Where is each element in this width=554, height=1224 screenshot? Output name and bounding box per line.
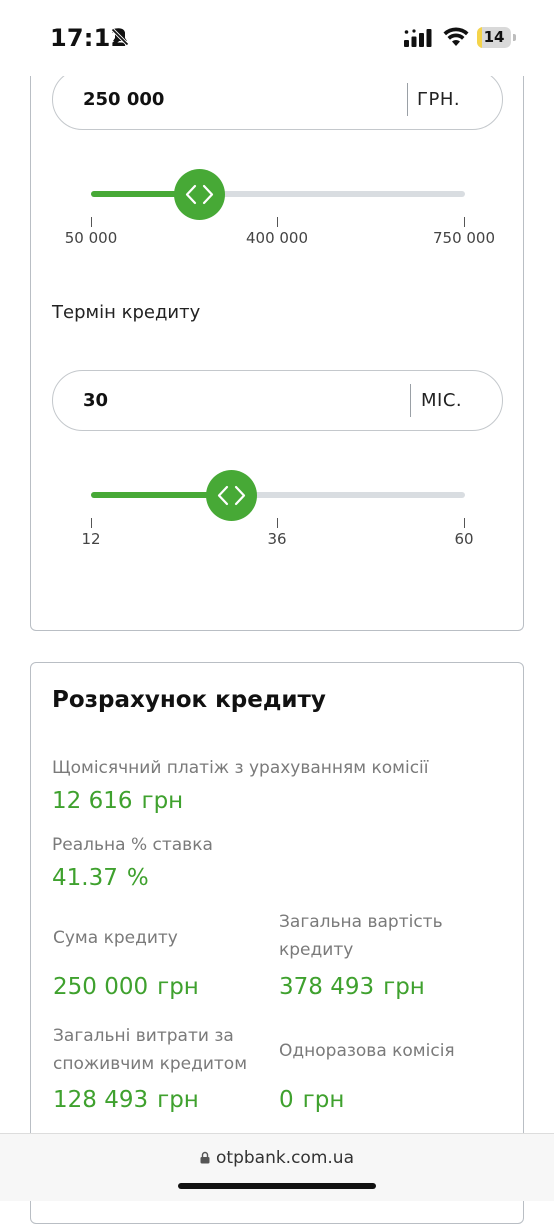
field-divider <box>410 384 411 417</box>
loan-term-label: Термін кредиту <box>52 302 201 323</box>
calculation-title: Розрахунок кредиту <box>52 687 326 713</box>
loan-term-value[interactable]: 30 <box>83 371 108 430</box>
loan-term-slider[interactable] <box>91 468 465 528</box>
tick-mark <box>91 217 92 227</box>
tick-mark <box>91 518 92 528</box>
bell-slash-icon <box>110 27 130 47</box>
cellular-signal-icon <box>404 29 432 47</box>
total-cost-value: 378 493 грн <box>279 974 425 1000</box>
loan-amount-slider[interactable] <box>91 167 465 227</box>
tick-mark <box>277 217 278 227</box>
loan-term-unit: МІС. <box>421 390 463 411</box>
monthly-payment-label: Щомісячний платіж з урахуванням комісії <box>52 758 429 778</box>
real-rate-unit: % <box>126 865 149 891</box>
wifi-icon <box>443 27 469 46</box>
real-rate-value: 41.37% <box>52 865 149 891</box>
slider-handle[interactable] <box>174 169 225 220</box>
url-text[interactable]: otpbank.com.ua <box>216 1148 354 1168</box>
monthly-payment-amount: 12 616 <box>52 788 133 814</box>
monthly-payment-value: 12 616 грн <box>52 788 183 814</box>
total-expenses-unit: грн <box>157 1087 199 1113</box>
lock-icon <box>200 1151 210 1164</box>
tick-label-min: 50 000 <box>64 229 118 247</box>
battery-level: 14 <box>483 28 505 46</box>
loan-sum-value: 250 000 грн <box>53 974 199 1000</box>
one-time-fee-unit: грн <box>302 1087 345 1113</box>
loan-amount-value[interactable]: 250 000 <box>83 70 164 129</box>
drag-arrows-icon <box>217 485 246 506</box>
tick-label-min: 12 <box>81 530 101 548</box>
loan-amount-unit: ГРН. <box>417 89 461 110</box>
loan-sum-unit: грн <box>157 974 199 1000</box>
tick-mark <box>464 518 465 528</box>
drag-arrows-icon <box>185 184 214 205</box>
total-cost-amount: 378 493 <box>279 974 375 1000</box>
field-divider <box>407 83 408 116</box>
tick-label-mid: 400 000 <box>245 229 309 247</box>
total-expenses-label: Загальні витрати за споживчим кредитом <box>53 1026 248 1074</box>
battery-icon: 14 <box>477 27 517 48</box>
tick-label-max: 60 <box>454 530 474 548</box>
total-cost-unit: грн <box>383 974 425 1000</box>
tick-mark <box>464 217 465 227</box>
one-time-fee-amount: 0 <box>279 1087 294 1113</box>
loan-parameters-card: 250 000 ГРН. 50 000 400 000 750 000 Терм… <box>30 40 524 631</box>
tick-mark <box>277 518 278 528</box>
tick-label-max: 750 000 <box>432 229 496 247</box>
tick-label-mid: 36 <box>267 530 287 548</box>
status-bar: 17:12 14 <box>0 0 554 76</box>
total-expenses-value: 128 493 грн <box>53 1087 199 1113</box>
one-time-fee-value: 0 грн <box>279 1087 344 1113</box>
url-row[interactable]: otpbank.com.ua <box>0 1148 554 1168</box>
one-time-fee-label: Одноразова комісія <box>279 1041 455 1061</box>
slider-handle[interactable] <box>206 470 257 521</box>
total-expenses-amount: 128 493 <box>53 1087 149 1113</box>
browser-address-bar[interactable]: otpbank.com.ua <box>0 1133 554 1201</box>
loan-sum-label: Сума кредиту <box>53 928 178 948</box>
loan-amount-field[interactable]: 250 000 ГРН. <box>52 69 503 130</box>
home-indicator[interactable] <box>178 1183 376 1189</box>
real-rate-label: Реальна % ставка <box>52 835 213 855</box>
real-rate-amount: 41.37 <box>52 865 118 891</box>
loan-term-field[interactable]: 30 МІС. <box>52 370 503 431</box>
total-cost-label: Загальна вартість кредиту <box>279 912 443 960</box>
loan-sum-amount: 250 000 <box>53 974 149 1000</box>
monthly-payment-unit: грн <box>141 788 184 814</box>
